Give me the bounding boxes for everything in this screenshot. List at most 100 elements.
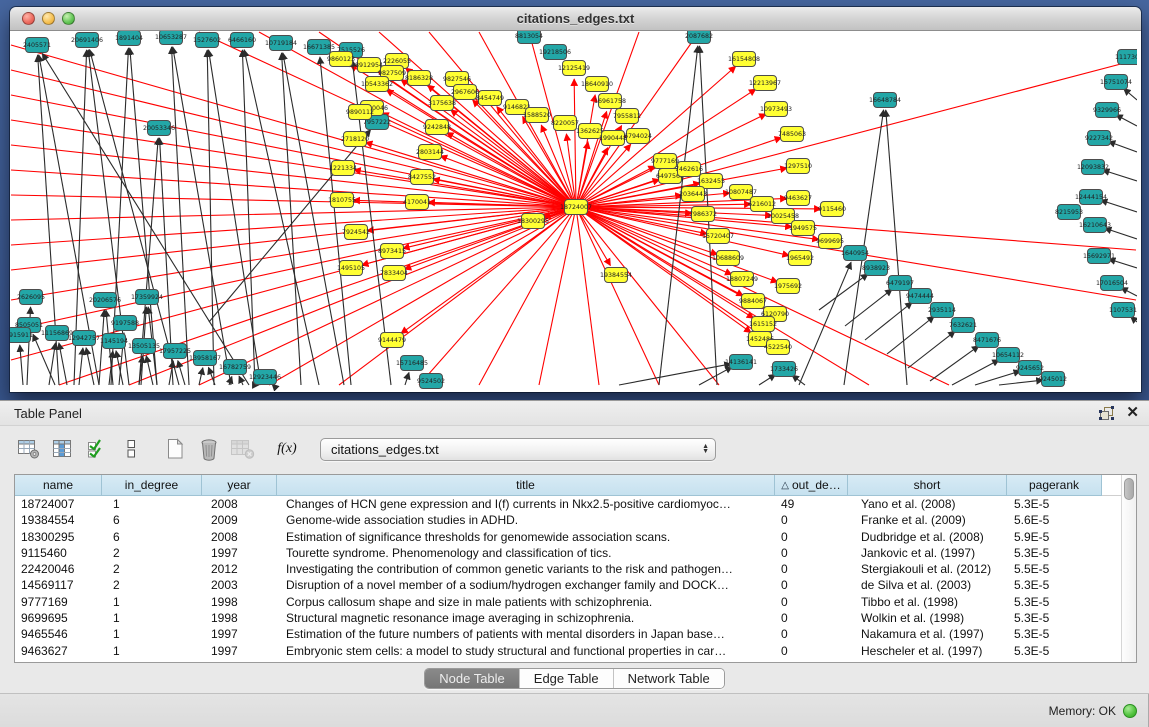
graph-node[interactable]: 15716485 (396, 356, 428, 371)
graph-node[interactable]: 9115460 (818, 202, 846, 217)
delete-table-button[interactable] (228, 435, 258, 463)
cell-name[interactable]: 9699695 (15, 610, 102, 626)
graph-node[interactable]: 8973415 (378, 244, 406, 259)
cell-out_degree[interactable]: 0 (775, 529, 848, 545)
cell-title[interactable]: Genome-wide association studies in ADHD. (277, 512, 775, 528)
cell-out_degree[interactable]: 0 (775, 577, 848, 593)
network-canvas[interactable]: 2405571206914061891404106532871527602646… (10, 31, 1141, 392)
table-row[interactable]: 969969511998Structural magnetic resonanc… (15, 610, 1121, 626)
graph-node[interactable]: 19384554 (600, 268, 632, 283)
cell-title[interactable]: Tourette syndrome. Phenomenology and cla… (277, 545, 775, 561)
table-row[interactable]: 1872400712008Changes of HCN gene express… (15, 496, 1121, 512)
column-header-in_degree[interactable]: in_degree (102, 475, 202, 496)
cell-out_degree[interactable]: 0 (775, 512, 848, 528)
graph-node[interactable]: 15692971 (1083, 249, 1115, 264)
table-scrollbar[interactable] (1121, 475, 1136, 662)
graph-node[interactable]: 1965492 (786, 251, 814, 266)
float-panel-button[interactable] (1099, 406, 1114, 420)
graph-node[interactable]: 18724007 (560, 200, 592, 215)
graph-node[interactable]: 9860123 (327, 52, 355, 67)
cell-out_degree[interactable]: 0 (775, 610, 848, 626)
cell-in_degree[interactable]: 1 (102, 610, 202, 626)
column-visibility-button[interactable] (48, 435, 78, 463)
graph-node[interactable]: 20206576 (89, 293, 121, 308)
cell-title[interactable]: Corpus callosum shape and size in male p… (277, 594, 775, 610)
graph-node[interactable]: 1588520 (523, 108, 551, 123)
column-header-pagerank[interactable]: pagerank (1007, 475, 1102, 496)
cell-title[interactable]: Changes of HCN gene expression and I(f) … (277, 496, 775, 512)
cell-pagerank[interactable]: 5.3E-5 (1007, 594, 1102, 610)
graph-node[interactable]: 1221334 (329, 161, 357, 176)
cell-short[interactable]: Stergiakouli et al. (2012) (848, 561, 1007, 577)
graph-node[interactable]: 16961758 (594, 94, 626, 109)
cell-pagerank[interactable]: 5.3E-5 (1007, 577, 1102, 593)
cell-in_degree[interactable]: 2 (102, 577, 202, 593)
graph-node[interactable]: 1107531 (1109, 303, 1137, 318)
table-selector-dropdown[interactable]: citations_edges.txt ▲▼ (320, 438, 716, 461)
tab-edge-table[interactable]: Edge Table (520, 669, 614, 688)
graph-node[interactable]: 9329966 (1093, 103, 1121, 118)
graph-node[interactable]: 16782759 (219, 360, 251, 375)
table-row[interactable]: 2242004622012Investigating the contribut… (15, 561, 1121, 577)
cell-year[interactable]: 2003 (202, 577, 277, 593)
graph-node[interactable]: 9463627 (784, 191, 812, 206)
graph-node[interactable]: 7462616 (675, 162, 703, 177)
graph-node[interactable]: 8813054 (515, 31, 543, 44)
cell-in_degree[interactable]: 6 (102, 529, 202, 545)
graph-node[interactable]: 6479197 (886, 276, 914, 291)
graph-node[interactable]: 12942757 (68, 331, 100, 346)
graph-node[interactable]: 8186328 (405, 71, 433, 86)
cell-year[interactable]: 2008 (202, 496, 277, 512)
column-header-title[interactable]: title (277, 475, 775, 496)
graph-node[interactable]: 16648784 (869, 93, 901, 108)
graph-node[interactable]: 13958167 (189, 351, 221, 366)
cell-name[interactable]: 9777169 (15, 594, 102, 610)
scrollbar-thumb[interactable] (1124, 478, 1134, 500)
column-header-name[interactable]: name (15, 475, 102, 496)
window-titlebar[interactable]: citations_edges.txt (10, 7, 1141, 31)
graph-node[interactable]: 8220057 (551, 116, 579, 131)
graph-node[interactable]: 18300295 (517, 214, 549, 229)
cell-short[interactable]: Tibbo et al. (1998) (848, 594, 1007, 610)
graph-node[interactable]: 12923446 (249, 370, 281, 385)
cell-title[interactable]: Estimation of the future numbers of pati… (277, 626, 775, 642)
graph-node[interactable]: 16210643 (1079, 218, 1111, 233)
cell-short[interactable]: Dudbridge et al. (2008) (848, 529, 1007, 545)
graph-node[interactable]: 1495105 (337, 261, 365, 276)
graph-node[interactable]: 2626095 (17, 290, 45, 305)
graph-node[interactable]: 9884067 (739, 294, 767, 309)
graph-node[interactable]: 14136141 (725, 355, 757, 370)
tab-node-table[interactable]: Node Table (425, 669, 520, 688)
graph-node[interactable]: 8471676 (973, 333, 1001, 348)
graph-node[interactable]: 9474444 (906, 289, 934, 304)
graph-node[interactable]: 10543362 (361, 77, 393, 92)
cell-short[interactable]: Nakamura et al. (1997) (848, 626, 1007, 642)
cell-short[interactable]: Jankovic et al. (1997) (848, 545, 1007, 561)
graph-node[interactable]: 6794024 (624, 129, 652, 144)
graph-node[interactable]: 1949575 (789, 221, 817, 236)
graph-node[interactable]: 2405571 (23, 38, 51, 53)
cell-name[interactable]: 19384554 (15, 512, 102, 528)
cell-title[interactable]: Estimation of significance thresholds fo… (277, 529, 775, 545)
cell-name[interactable]: 22420046 (15, 561, 102, 577)
graph-node[interactable]: 1733426 (770, 362, 798, 377)
graph-node[interactable]: 9890112 (346, 105, 374, 120)
column-header-year[interactable]: year (202, 475, 277, 496)
cell-short[interactable]: de Silva et al. (2003) (848, 577, 1007, 593)
delete-columns-button[interactable] (194, 435, 224, 463)
table-row[interactable]: 1830029562008Estimation of significance … (15, 529, 1121, 545)
graph-node[interactable]: 2803144 (416, 145, 444, 160)
cell-title[interactable]: Disruption of a novel member of a sodium… (277, 577, 775, 593)
graph-node[interactable]: 10654112 (992, 348, 1024, 363)
cell-name[interactable]: 9463627 (15, 643, 102, 659)
column-header-short[interactable]: short (848, 475, 1007, 496)
cell-pagerank[interactable]: 5.6E-5 (1007, 512, 1102, 528)
cell-out_degree[interactable]: 0 (775, 643, 848, 659)
graph-node[interactable]: 1891404 (115, 31, 143, 46)
cell-year[interactable]: 1997 (202, 643, 277, 659)
graph-node[interactable]: 3915911 (10, 328, 33, 343)
cell-year[interactable]: 2009 (202, 512, 277, 528)
cell-name[interactable]: 14569117 (15, 577, 102, 593)
graph-node[interactable]: 8454749 (476, 91, 504, 106)
graph-node[interactable]: 7485063 (778, 127, 806, 142)
